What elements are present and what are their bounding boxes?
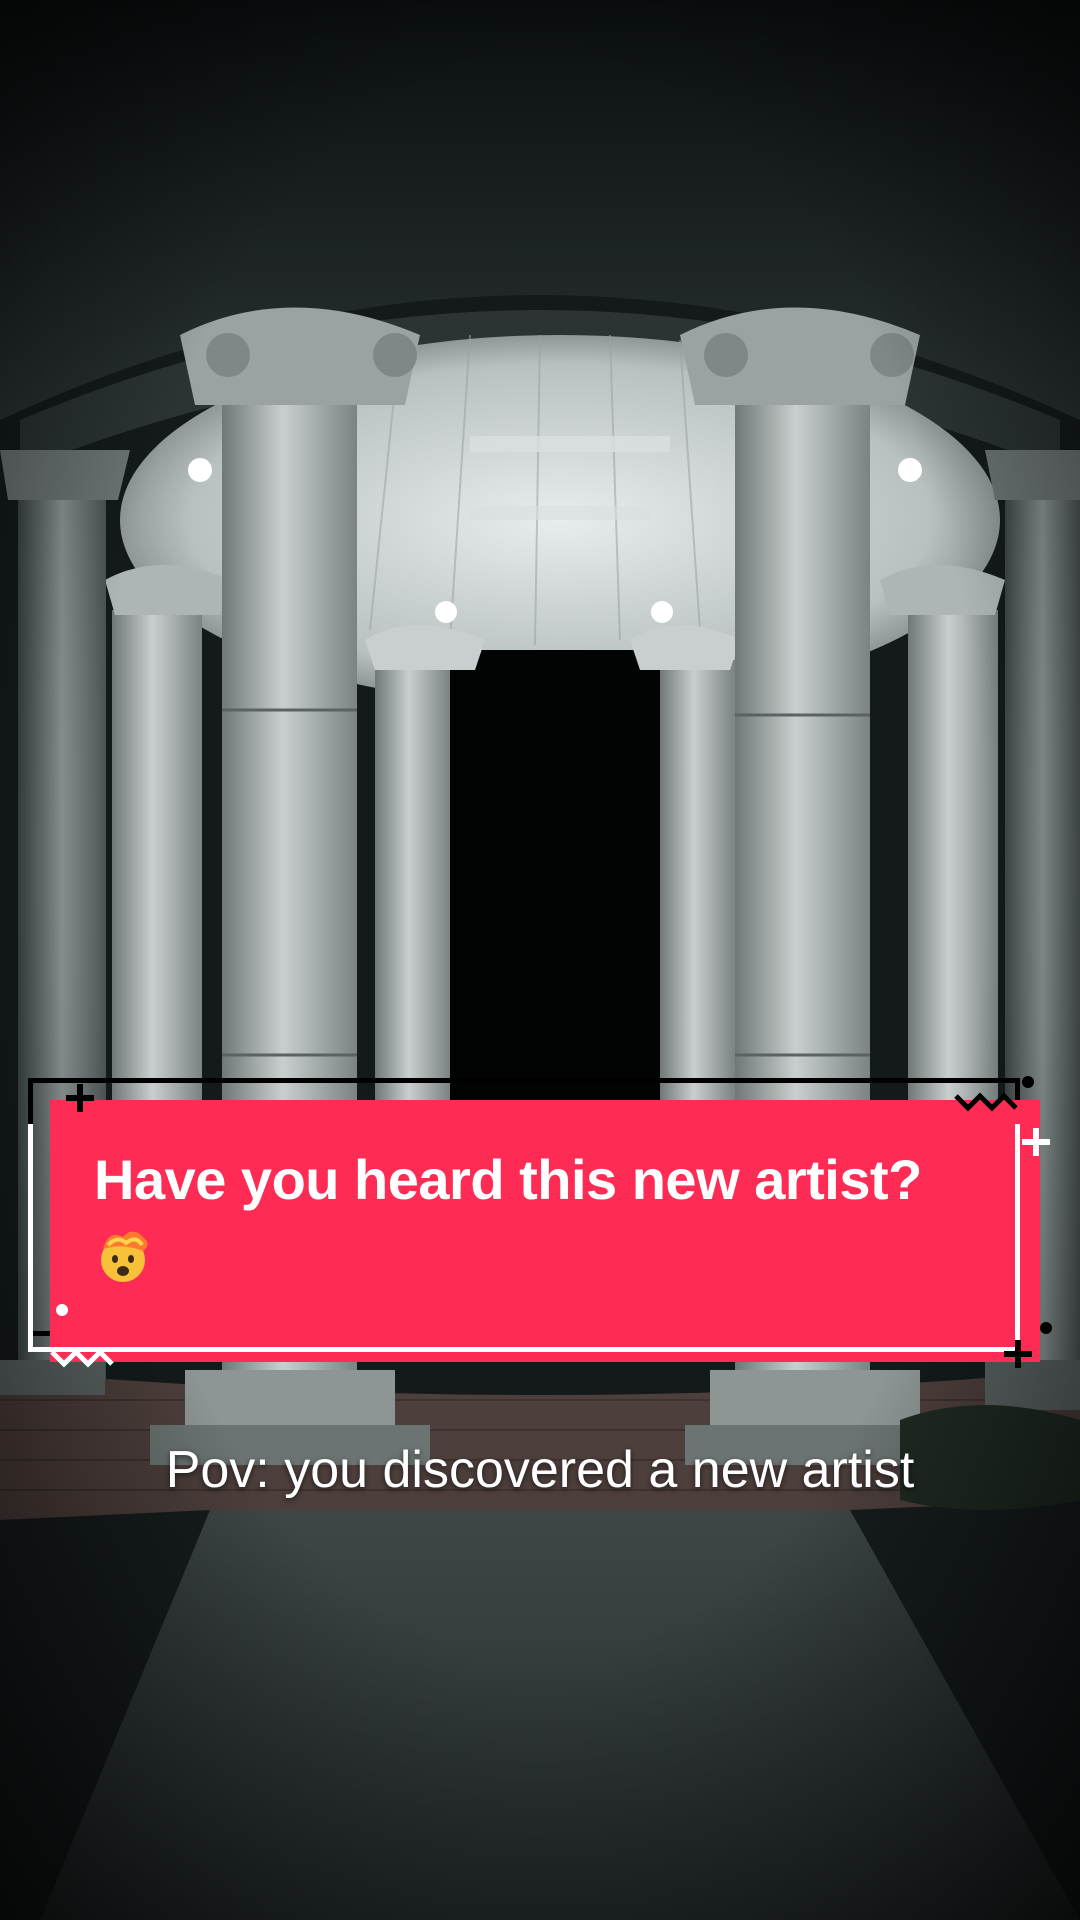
dot-decoration-white-icon [56,1304,68,1316]
background-photo-rotunda [0,0,1080,1920]
plus-decoration-black-icon [1004,1340,1032,1368]
banner-text: Have you heard this new artist? [94,1144,1014,1288]
zigzag-decoration-icon [954,1092,1018,1112]
title-banner: Have you heard this new artist? [28,1076,1052,1368]
exploding-head-icon [94,1227,152,1285]
dot-decoration-black-icon [1040,1322,1052,1334]
banner-headline: Have you heard this new artist? [94,1148,922,1211]
dot-decoration-icon [1022,1076,1034,1088]
plus-decoration-white-icon [1022,1128,1050,1156]
zigzag-decoration-white-icon [50,1348,114,1368]
subtitle-caption: Pov: you discovered a new artist [165,1441,915,1499]
plus-decoration-icon [66,1084,94,1112]
